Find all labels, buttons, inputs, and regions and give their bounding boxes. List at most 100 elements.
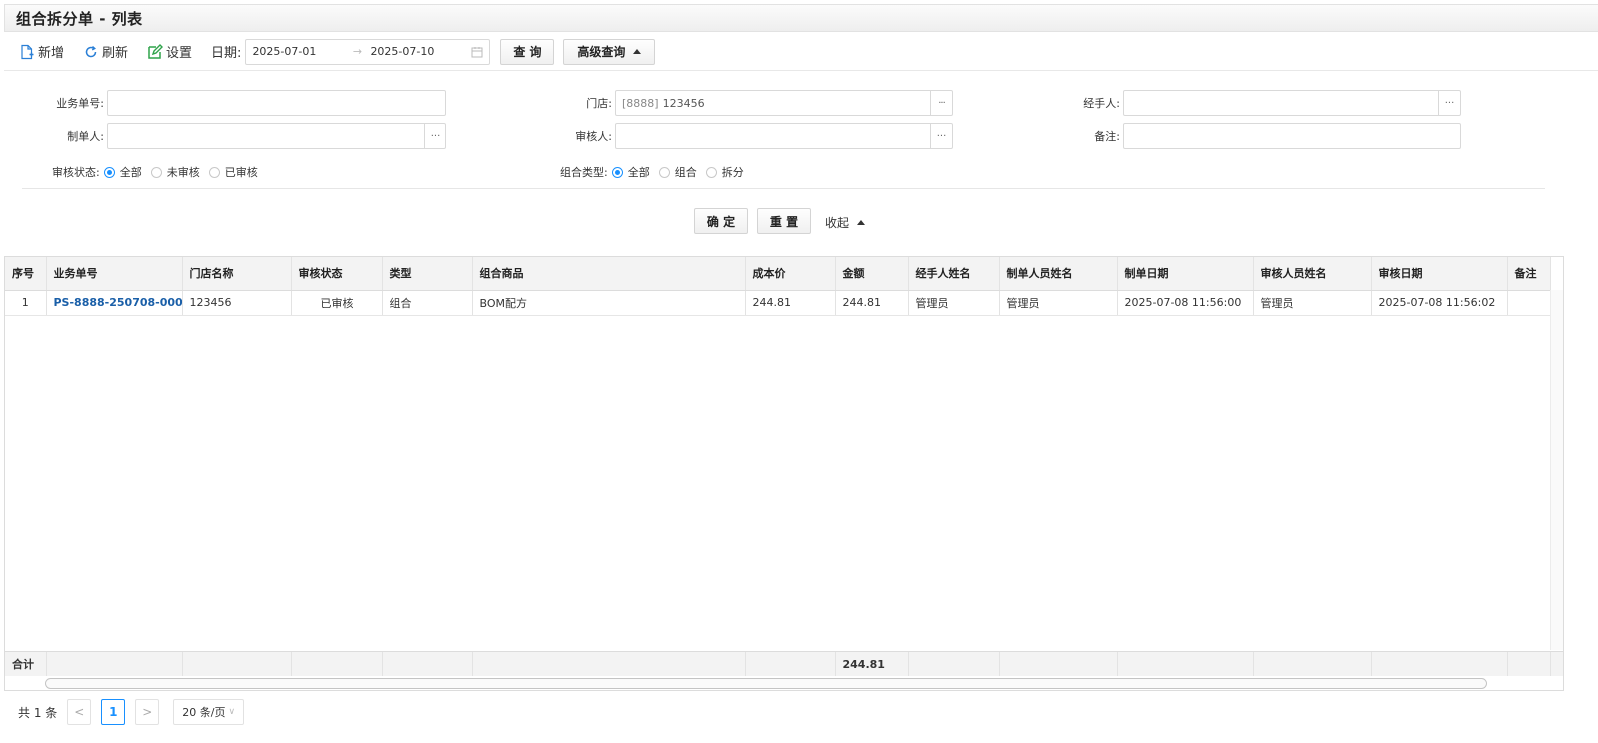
store-label: 门店:	[586, 97, 612, 110]
reviewer-input[interactable]	[615, 123, 953, 149]
col-header-store[interactable]: 门店名称	[182, 257, 292, 291]
handler-label: 经手人:	[1083, 97, 1120, 110]
advanced-query-button[interactable]: 高级查询	[563, 38, 656, 65]
cell-product: BOM配方	[472, 290, 746, 316]
calendar-icon[interactable]	[471, 46, 483, 58]
date-range-picker[interactable]: 2025-07-01 → 2025-07-10	[245, 38, 491, 65]
collapse-caret-icon	[857, 220, 866, 225]
table-row[interactable]: 1 PS-8888-250708-0001 123456 已审核 组合 BOM配…	[5, 290, 1551, 316]
col-header-reviewer[interactable]: 审核人员姓名	[1253, 257, 1372, 291]
collapse-label: 收起	[825, 216, 850, 230]
reviewer-label: 审核人:	[575, 130, 612, 143]
page-1-button[interactable]: 1	[101, 699, 126, 725]
review-status-all-label[interactable]: 全部	[120, 164, 142, 180]
col-header-created-at[interactable]: 制单日期	[1117, 257, 1254, 291]
combo-type-label: 组合类型:	[560, 166, 608, 179]
table-footer: 合计 244.81	[5, 651, 1563, 676]
new-button-label: 新增	[38, 46, 65, 61]
caret-up-icon	[633, 49, 642, 54]
combo-type-all-radio[interactable]	[611, 166, 623, 178]
col-header-type[interactable]: 类型	[382, 257, 473, 291]
settings-button-label: 设置	[166, 46, 193, 61]
col-header-remark[interactable]: 备注	[1507, 257, 1551, 291]
handler-filter: 经手人:	[1054, 90, 1461, 116]
doc-no-input[interactable]	[107, 90, 446, 116]
col-header-reviewed-at[interactable]: 审核日期	[1371, 257, 1508, 291]
col-header-doc-no[interactable]: 业务单号	[46, 257, 183, 291]
range-arrow-icon: →	[352, 45, 363, 58]
handler-input[interactable]	[1123, 90, 1461, 116]
date-end[interactable]: 2025-07-10	[370, 45, 460, 58]
cell-reviewer: 管理员	[1253, 290, 1372, 316]
cell-cost: 244.81	[745, 290, 836, 316]
table-header-row: 序号 业务单号 门店名称 审核状态 类型 组合商品 成本价 金额 经手人姓名 制…	[5, 257, 1551, 291]
combo-type-filter: 组合类型: 全部 组合 拆分	[560, 164, 744, 180]
combo-type-split-label[interactable]: 拆分	[722, 164, 744, 180]
remark-filter: 备注:	[1054, 123, 1461, 149]
data-grid: 序号 业务单号 门店名称 审核状态 类型 组合商品 成本价 金额 经手人姓名 制…	[4, 256, 1564, 691]
settings-button[interactable]: 设置	[147, 42, 192, 61]
remark-input[interactable]	[1123, 123, 1461, 149]
new-button[interactable]: 新增	[19, 42, 64, 61]
creator-input[interactable]	[107, 123, 446, 149]
cell-handler: 管理员	[908, 290, 1000, 316]
review-status-unreviewed-label[interactable]: 未审核	[167, 164, 200, 180]
prev-page-button[interactable]: <	[67, 699, 92, 725]
cell-review-status: 已审核	[291, 290, 383, 316]
combo-type-split-radio[interactable]	[705, 166, 717, 178]
review-status-reviewed-radio[interactable]	[208, 166, 220, 178]
creator-label: 制单人:	[67, 130, 104, 143]
query-button[interactable]: 查 询	[500, 38, 555, 65]
col-header-creator[interactable]: 制单人员姓名	[999, 257, 1118, 291]
toolbar: 新增 刷新 设置 日期: 2025-07-01 → 2025-07-10 查 询…	[4, 33, 1598, 71]
doc-no-label: 业务单号:	[56, 97, 104, 110]
handler-lookup-icon[interactable]: ···	[1438, 91, 1460, 115]
page-size-value: 20 条/页	[182, 706, 226, 719]
store-value: 123456	[662, 96, 705, 110]
confirm-button[interactable]: 确 定	[694, 208, 748, 234]
review-status-reviewed-label[interactable]: 已审核	[225, 164, 258, 180]
page-size-select[interactable]: 20 条/页 ∨	[173, 699, 245, 725]
refresh-button-label: 刷新	[102, 46, 129, 61]
filter-divider	[22, 188, 1545, 189]
store-code: [8888]	[622, 96, 659, 110]
edit-settings-icon	[148, 43, 164, 59]
col-header-handler[interactable]: 经手人姓名	[908, 257, 1000, 291]
date-label: 日期:	[211, 46, 242, 61]
review-status-all-radio[interactable]	[103, 166, 115, 178]
col-header-amount[interactable]: 金额	[835, 257, 909, 291]
horizontal-scrollbar[interactable]	[45, 678, 1487, 689]
combo-type-all-label[interactable]: 全部	[628, 164, 650, 180]
review-status-label: 审核状态:	[52, 166, 100, 179]
combo-type-combine-label[interactable]: 组合	[675, 164, 697, 180]
cell-type: 组合	[382, 290, 473, 316]
col-header-seq[interactable]: 序号	[5, 257, 47, 291]
col-header-review-status[interactable]: 审核状态	[291, 257, 383, 291]
page-title: 组合拆分单 - 列表	[16, 9, 143, 28]
creator-lookup-icon[interactable]: ···	[424, 124, 446, 148]
cell-reviewed-at: 2025-07-08 11:56:02	[1371, 290, 1508, 316]
total-count: 共 1 条	[18, 705, 58, 720]
col-header-cost[interactable]: 成本价	[745, 257, 836, 291]
footer-table: 合计 244.81	[5, 652, 1551, 676]
combo-type-combine-radio[interactable]	[658, 166, 670, 178]
vertical-scrollbar[interactable]	[1550, 290, 1563, 650]
collapse-toggle[interactable]: 收起	[825, 214, 866, 231]
doc-no-filter: 业务单号:	[18, 90, 446, 116]
store-input[interactable]: [8888] 123456 ···	[615, 90, 953, 116]
review-status-unreviewed-radio[interactable]	[150, 166, 162, 178]
cell-seq: 1	[5, 290, 47, 316]
reset-button[interactable]: 重 置	[757, 208, 811, 234]
store-filter: 门店: [8888] 123456 ···	[544, 90, 953, 116]
store-lookup-icon[interactable]: ···	[930, 91, 952, 115]
refresh-button[interactable]: 刷新	[83, 42, 128, 61]
date-start[interactable]: 2025-07-01	[252, 45, 344, 58]
refresh-icon	[85, 45, 97, 57]
cell-created-at: 2025-07-08 11:56:00	[1117, 290, 1254, 316]
col-header-product[interactable]: 组合商品	[472, 257, 746, 291]
reviewer-lookup-icon[interactable]: ···	[930, 124, 952, 148]
reviewer-filter: 审核人:	[544, 123, 953, 149]
cell-doc-no-link[interactable]: PS-8888-250708-0001	[46, 290, 183, 316]
total-row: 合计 244.81	[5, 652, 1551, 676]
next-page-button[interactable]: >	[135, 699, 160, 725]
